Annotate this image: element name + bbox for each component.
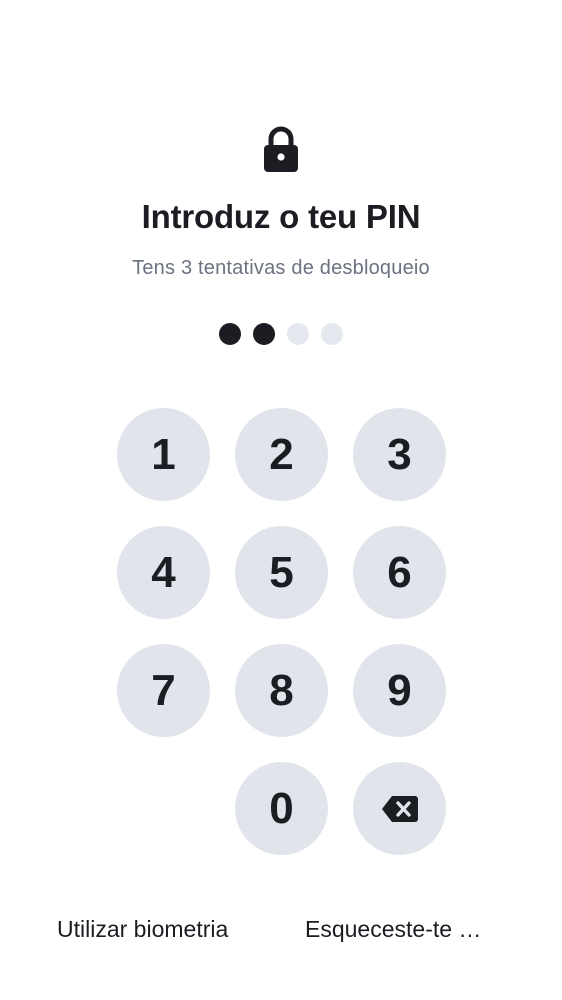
key-0[interactable]: 0	[235, 762, 328, 855]
key-6[interactable]: 6	[353, 526, 446, 619]
key-3[interactable]: 3	[353, 408, 446, 501]
numeric-keypad: 1 2 3 4 5 6 7 8 9 0	[117, 408, 446, 855]
key-1[interactable]: 1	[117, 408, 210, 501]
key-2[interactable]: 2	[235, 408, 328, 501]
pin-indicator	[0, 323, 562, 345]
forgot-pin-button[interactable]: Esqueceste-te …	[305, 916, 481, 943]
keypad-spacer	[117, 762, 210, 855]
pin-dot-filled	[219, 323, 241, 345]
attempts-subtitle: Tens 3 tentativas de desbloqueio	[132, 257, 430, 279]
pin-dot-filled	[253, 323, 275, 345]
key-5[interactable]: 5	[235, 526, 328, 619]
pin-dot-empty	[287, 323, 309, 345]
pin-dot-empty	[321, 323, 343, 345]
backspace-icon	[381, 795, 418, 822]
backspace-button[interactable]	[353, 762, 446, 855]
page-title: Introduz o teu PIN	[141, 198, 421, 235]
key-8[interactable]: 8	[235, 644, 328, 737]
key-7[interactable]: 7	[117, 644, 210, 737]
key-4[interactable]: 4	[117, 526, 210, 619]
lock-icon	[264, 126, 298, 172]
key-9[interactable]: 9	[353, 644, 446, 737]
use-biometrics-button[interactable]: Utilizar biometria	[57, 916, 228, 943]
